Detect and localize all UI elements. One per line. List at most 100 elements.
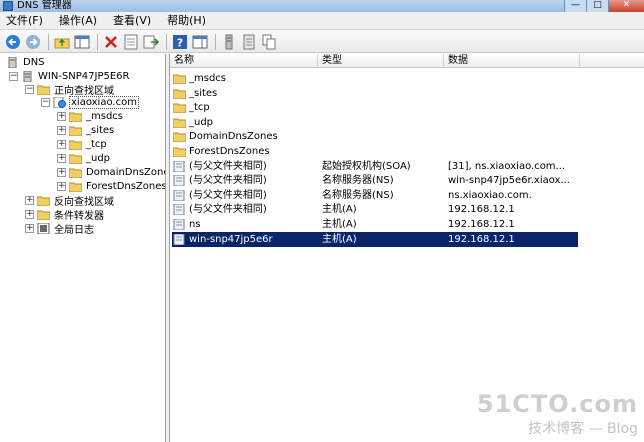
properties-button[interactable] (122, 33, 140, 51)
expand-toggle[interactable]: + (25, 196, 34, 205)
tree-node-msdcs[interactable]: + _msdcs (57, 110, 124, 123)
cell-data: 192.168.12.1 (448, 219, 515, 230)
folder-icon (173, 147, 186, 157)
tree-node-zone[interactable]: − xiaoxiao.com (41, 96, 139, 109)
tree-label: _tcp (86, 139, 107, 150)
collapse-toggle[interactable]: − (41, 98, 50, 107)
tree-node-forward-zones[interactable]: − 正向查找区域 (25, 83, 115, 97)
table-row[interactable]: ns 主机(A) 192.168.12.1 (170, 217, 644, 232)
export-list-button[interactable] (142, 33, 160, 51)
table-row[interactable]: _msdcs (170, 71, 644, 86)
toolbar-separator (215, 33, 216, 50)
forward-button[interactable] (24, 33, 42, 51)
column-header-type[interactable]: 类型 (318, 54, 444, 68)
up-folder-button[interactable] (53, 33, 71, 51)
tree-label: 反向查找区域 (54, 197, 114, 208)
table-row[interactable]: _tcp (170, 100, 644, 115)
tree-node-udp[interactable]: + _udp (57, 152, 111, 165)
expand-toggle[interactable]: + (57, 126, 66, 135)
cell-type: 主机(A) (322, 219, 357, 230)
folder-icon (173, 74, 186, 84)
tree-label: _sites (86, 125, 115, 136)
tree-node-forestdnszones[interactable]: + ForestDnsZones (57, 180, 166, 193)
tree-node-tcp[interactable]: + _tcp (57, 138, 108, 151)
record-list-button[interactable] (240, 33, 258, 51)
zone-icon (53, 97, 66, 108)
folder-icon (37, 196, 50, 206)
folder-icon (173, 89, 186, 99)
cell-name: (与父文件夹相同) (189, 175, 267, 187)
export-list-icon (143, 35, 159, 48)
toolbar: ? (0, 31, 644, 53)
expand-toggle[interactable]: + (25, 210, 34, 219)
folder-icon (37, 85, 50, 95)
tree-label: WIN-SNP47JP5E6R (38, 71, 130, 82)
table-row[interactable]: _sites (170, 86, 644, 101)
tree-node-domaindnszones[interactable]: + DomainDnsZones (57, 166, 165, 179)
column-header-data[interactable]: 数据 (444, 54, 580, 68)
table-row[interactable]: win-snp47jp5e6r 主机(A) 192.168.12.1 (170, 231, 644, 247)
server-icon (225, 34, 233, 49)
tree-node-reverse-zones[interactable]: + 反向查找区域 (25, 194, 115, 208)
table-row[interactable]: ForestDnsZones (170, 144, 644, 159)
table-row[interactable]: (与父文件夹相同) 主机(A) 192.168.12.1 (170, 202, 644, 217)
tree-node-forwarders[interactable]: + 条件转发器 (25, 208, 105, 222)
menu-file[interactable]: 文件(F) (6, 13, 43, 29)
tree-label: _msdcs (86, 111, 124, 122)
expand-toggle[interactable]: + (57, 168, 66, 177)
expand-toggle[interactable]: + (57, 182, 66, 191)
title-bar: DNS 管理器 — □ ✕ (0, 0, 644, 12)
delete-x-icon (105, 35, 117, 48)
record-icon (173, 219, 185, 230)
properties-icon (124, 34, 138, 49)
table-row[interactable]: (与父文件夹相同) 名称服务器(NS) ns.xiaoxiao.com. (170, 188, 644, 203)
table-row[interactable]: (与父文件夹相同) 名称服务器(NS) win-snp47jp5e6r.xiaox.… (170, 173, 644, 188)
table-row[interactable]: _udp (170, 115, 644, 130)
cell-data: 192.168.12.1 (448, 204, 515, 216)
column-header-name[interactable]: 名称 (170, 54, 318, 68)
copy-button[interactable] (260, 33, 278, 51)
cell-data: ns.xiaoxiao.com. (448, 189, 532, 201)
collapse-toggle[interactable]: − (25, 85, 34, 94)
menu-help[interactable]: 帮助(H) (167, 13, 206, 29)
tree-node-dns[interactable]: DNS (6, 56, 46, 69)
folder-icon (173, 132, 186, 143)
action-pane-button[interactable] (191, 33, 209, 51)
collapse-toggle[interactable]: − (9, 72, 18, 81)
cell-data: 192.168.12.1 (448, 233, 515, 245)
table-row[interactable]: (与父文件夹相同) 起始授权机构(SOA) [31], ns.xiaoxiao.co… (170, 159, 644, 174)
folder-icon (37, 210, 50, 220)
dns-app-icon (3, 1, 13, 11)
help-button[interactable]: ? (171, 33, 189, 51)
server-button[interactable] (220, 33, 238, 51)
cell-type: 主机(A) (322, 204, 357, 216)
show-hide-tree-button[interactable] (73, 33, 91, 51)
cell-name: _udp (189, 116, 214, 128)
menu-action[interactable]: 操作(A) (59, 13, 97, 29)
table-row[interactable]: DomainDnsZones (170, 129, 644, 144)
menu-view[interactable]: 查看(V) (113, 13, 151, 29)
tree-node-global-logs[interactable]: + 全局日志 (25, 222, 95, 236)
tree-label: ForestDnsZones (86, 181, 166, 192)
folder-icon (69, 168, 82, 178)
expand-toggle[interactable]: + (57, 154, 66, 163)
list-header: 名称 类型 数据 (170, 54, 644, 68)
cell-data: win-snp47jp5e6r.xiaox... (448, 175, 570, 187)
close-button[interactable]: ✕ (608, 0, 644, 12)
expand-toggle[interactable]: + (25, 224, 34, 233)
svg-text:?: ? (177, 36, 183, 49)
folder-icon (69, 126, 82, 136)
maximize-button[interactable]: □ (586, 0, 608, 12)
back-button[interactable] (4, 33, 22, 51)
delete-button[interactable] (102, 33, 120, 51)
copy-pages-icon (262, 34, 276, 49)
tree-node-sites[interactable]: + _sites (57, 124, 115, 137)
folder-icon (69, 154, 82, 164)
expand-toggle[interactable]: + (57, 112, 66, 121)
window-controls: — □ ✕ (564, 0, 644, 12)
record-icon (173, 175, 185, 187)
folder-icon (69, 140, 82, 150)
expand-toggle[interactable]: + (57, 140, 66, 149)
minimize-button[interactable]: — (564, 0, 586, 12)
folder-icon (69, 182, 82, 192)
